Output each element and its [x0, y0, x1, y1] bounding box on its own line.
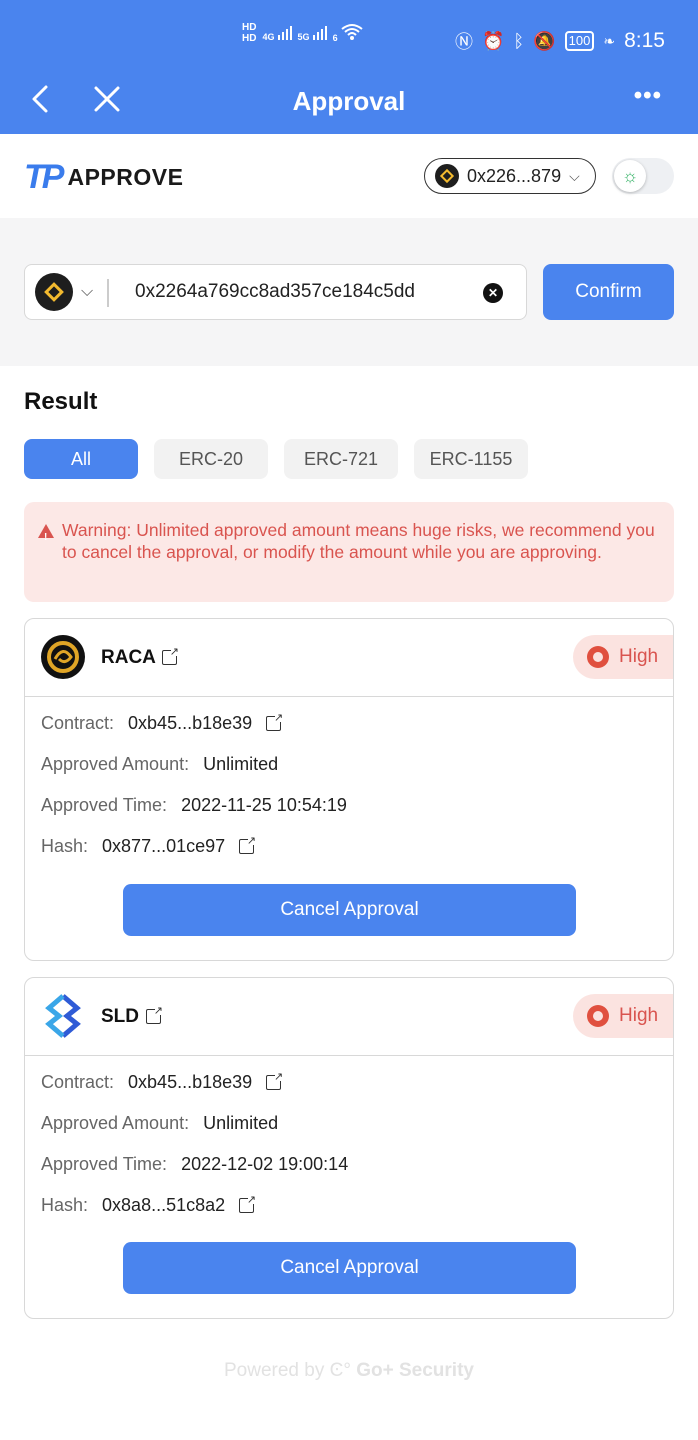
tab-erc1155[interactable]: ERC-1155	[414, 439, 528, 479]
cancel-approval-button[interactable]: Cancel Approval	[123, 884, 576, 936]
risk-badge: High	[573, 994, 673, 1038]
contract-address: 0xb45...b18e39	[128, 713, 253, 733]
raca-logo	[41, 635, 85, 679]
approval-card: RACA ↗ High Contract: 0xb45...b18e39 ↗ A…	[24, 618, 674, 961]
wallet-selector[interactable]: 0x226...879 ⌵	[424, 158, 596, 194]
token-type-tabs: All ERC-20 ERC-721 ERC-1155	[24, 439, 528, 479]
amount-row: Approved Amount: Unlimited	[41, 754, 279, 774]
leaf-icon: ❧	[603, 32, 616, 49]
tx-hash: 0x877...01ce97	[102, 836, 226, 856]
approved-time: 2022-11-25 10:54:19	[181, 795, 347, 815]
status-bar: HD HD 4G 5G 6 Ⓝ ⏰ ᛒ 🔕 100 ❧ 8:15	[0, 22, 698, 58]
risk-level: High	[619, 646, 659, 667]
wallet-address: 0x226...879	[467, 165, 562, 186]
chain-selector[interactable]: ⌵	[35, 273, 93, 311]
contract-address: 0xb45...b18e39	[128, 1072, 253, 1092]
hash-row: Hash: 0x8a8...51c8a2 ↗	[41, 1194, 257, 1215]
tab-erc20[interactable]: ERC-20	[154, 439, 268, 479]
mute-icon: 🔕	[533, 30, 556, 51]
risk-badge: High	[573, 635, 673, 679]
confirm-button[interactable]: Confirm	[543, 264, 674, 320]
address-input[interactable]	[135, 277, 475, 307]
divider	[107, 279, 109, 307]
goplus-brand: Go+ Security	[356, 1360, 474, 1381]
external-link-icon[interactable]: ↗	[146, 1006, 163, 1024]
approval-card: SLD ↗ High Contract: 0xb45...b18e39 ↗ Ap…	[24, 977, 674, 1319]
contract-row: Contract: 0xb45...b18e39 ↗	[41, 1071, 284, 1092]
goplus-logo-icon: Ͼ°	[329, 1360, 351, 1381]
approved-amount: Unlimited	[203, 1113, 279, 1133]
amount-row: Approved Amount: Unlimited	[41, 1113, 279, 1133]
hash-row: Hash: 0x877...01ce97 ↗	[41, 835, 257, 856]
cancel-approval-button[interactable]: Cancel Approval	[123, 1242, 576, 1294]
token-name: SLD	[101, 1006, 139, 1027]
search-section: ⌵ ✕ Confirm	[0, 218, 698, 366]
battery-icon: 100	[564, 31, 595, 51]
time-row: Approved Time: 2022-12-02 19:00:14	[41, 1154, 349, 1174]
sld-logo	[45, 994, 81, 1038]
external-link-icon[interactable]: ↗	[266, 1072, 284, 1090]
tp-logo-mark: TP	[24, 158, 64, 196]
token-name: RACA	[101, 647, 156, 668]
sun-icon: ☼	[614, 160, 646, 192]
chevron-down-icon: ⌵	[81, 283, 94, 300]
warning-icon: !	[38, 524, 54, 543]
more-icon[interactable]: •••	[634, 82, 662, 110]
signal-4g-icon: 4G	[262, 24, 292, 43]
clock-time: 8:15	[624, 29, 665, 52]
alarm-icon: ⏰	[482, 30, 505, 51]
bnb-icon	[435, 164, 459, 188]
external-link-icon[interactable]: ↗	[239, 836, 257, 854]
chevron-down-icon: ⌵	[569, 167, 580, 184]
risk-icon	[587, 1005, 609, 1027]
approved-amount: Unlimited	[203, 754, 279, 774]
time-row: Approved Time: 2022-11-25 10:54:19	[41, 795, 347, 815]
tx-hash: 0x8a8...51c8a2	[102, 1195, 226, 1215]
signal-5g-icon: 5G	[298, 24, 327, 43]
card-header: SLD ↗ High	[25, 978, 673, 1056]
powered-by-footer: Powered by Ͼ° Go+ Security	[224, 1360, 474, 1381]
logo-word: APPROVE	[67, 164, 184, 190]
warning-text: Warning: Unlimited approved amount means…	[62, 520, 655, 562]
nfc-icon: Ⓝ	[455, 32, 473, 52]
hd-icon: HD HD	[242, 22, 257, 44]
page-title: Approval	[292, 86, 406, 116]
approved-time: 2022-12-02 19:00:14	[181, 1154, 349, 1174]
tab-all[interactable]: All	[24, 439, 138, 479]
wifi-icon: 6	[333, 23, 363, 44]
card-header: RACA ↗ High	[25, 619, 673, 697]
risk-icon	[587, 646, 609, 668]
theme-toggle[interactable]: ☼	[612, 158, 674, 194]
bluetooth-icon: ᛒ	[513, 30, 525, 51]
external-link-icon[interactable]: ↗	[266, 713, 284, 731]
tab-erc721[interactable]: ERC-721	[284, 439, 398, 479]
warning-banner: ! Warning: Unlimited approved amount mea…	[24, 502, 674, 602]
external-link-icon[interactable]: ↗	[162, 647, 179, 665]
bnb-icon	[35, 273, 73, 311]
brand-bar: TP APPROVE 0x226...879 ⌵ ☼	[0, 134, 698, 218]
external-link-icon[interactable]: ↗	[239, 1195, 257, 1213]
risk-level: High	[619, 1005, 659, 1026]
address-search-box: ⌵ ✕	[24, 264, 527, 320]
nav-bar: Approval •••	[0, 72, 698, 130]
contract-row: Contract: 0xb45...b18e39 ↗	[41, 712, 284, 733]
result-title: Result	[24, 388, 98, 415]
app-header: HD HD 4G 5G 6 Ⓝ ⏰ ᛒ 🔕 100 ❧ 8:15 Approval…	[0, 0, 698, 134]
approve-logo: TP APPROVE	[24, 158, 183, 197]
clear-icon[interactable]: ✕	[483, 283, 503, 303]
